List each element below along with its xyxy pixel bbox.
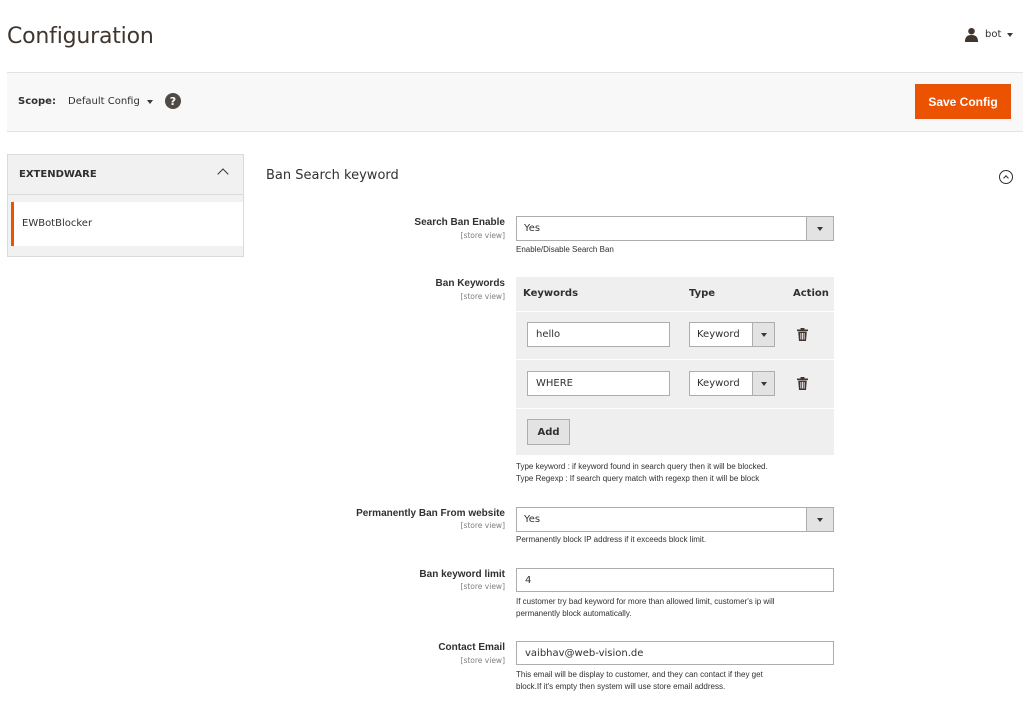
caret-down-icon	[1007, 32, 1014, 37]
collapse-circle-icon[interactable]	[999, 170, 1013, 184]
scope-value: Default Config	[68, 96, 140, 107]
search-ban-enable-scope: [store view]	[460, 231, 505, 240]
keyword-input[interactable]: hello	[527, 322, 670, 347]
sidebar-item-label: EWBotBlocker	[22, 218, 93, 229]
select-arrow	[752, 372, 774, 395]
page-title: Configuration	[7, 24, 154, 49]
user-icon	[964, 27, 979, 42]
permanently-ban-note: Permanently block IP address if it excee…	[516, 535, 707, 544]
ban-keyword-limit-note-2: permanently block automatically.	[516, 609, 632, 618]
scope-label: Scope:	[18, 96, 56, 107]
add-keyword-button[interactable]: Add	[527, 419, 570, 445]
input-value: vaibhav@web-vision.de	[525, 648, 644, 659]
grid-divider	[516, 408, 834, 409]
user-name: bot	[985, 29, 1002, 40]
ban-keywords-label: Ban Keywords	[435, 278, 505, 289]
permanently-ban-label: Permanently Ban From website	[356, 508, 505, 519]
ban-keywords-note-2: Type Regexp : If search query match with…	[516, 474, 760, 483]
caret-down-icon	[760, 381, 767, 386]
select-arrow	[806, 508, 833, 531]
permanently-ban-select[interactable]: Yes	[516, 507, 834, 532]
column-header-keywords: Keywords	[523, 288, 579, 299]
caret-down-icon	[817, 226, 823, 231]
search-ban-enable-select[interactable]: Yes	[516, 216, 834, 241]
contact-email-input[interactable]: vaibhav@web-vision.de	[516, 641, 834, 665]
ban-keyword-limit-input[interactable]: 4	[516, 568, 834, 592]
ban-keywords-note-1: Type keyword : if keyword found in searc…	[516, 462, 768, 471]
grid-divider	[516, 311, 834, 312]
section-title[interactable]: Ban Search keyword	[266, 168, 399, 183]
caret-down-icon	[146, 99, 153, 104]
caret-down-icon	[817, 517, 823, 522]
contact-email-note-2: block.If it's empty then system will use…	[516, 682, 726, 691]
trash-icon[interactable]	[797, 328, 808, 341]
keyword-type-select[interactable]: Keyword	[689, 371, 775, 396]
grid-divider	[516, 359, 834, 360]
contact-email-scope: [store view]	[460, 656, 505, 665]
keyword-type-select[interactable]: Keyword	[689, 322, 775, 347]
permanently-ban-scope: [store view]	[460, 521, 505, 530]
column-header-type: Type	[689, 288, 716, 299]
sidebar-section-title: EXTENDWARE	[19, 169, 97, 180]
ban-keyword-limit-note-1: If customer try bad keyword for more tha…	[516, 597, 775, 606]
select-value: Keyword	[697, 329, 740, 340]
column-header-action: Action	[793, 288, 829, 299]
contact-email-note-1: This email will be display to customer, …	[516, 670, 763, 679]
select-value: Keyword	[697, 378, 740, 389]
input-value: 4	[525, 575, 532, 586]
help-icon[interactable]: ?	[165, 93, 181, 109]
search-ban-enable-note: Enable/Disable Search Ban	[516, 245, 614, 254]
trash-icon[interactable]	[797, 377, 808, 390]
scope-bar	[7, 72, 1023, 132]
scope-switcher[interactable]: Default Config	[68, 96, 153, 107]
select-arrow	[806, 217, 833, 240]
save-config-button[interactable]: Save Config	[915, 84, 1011, 119]
contact-email-label: Contact Email	[438, 642, 505, 653]
ban-keyword-limit-label: Ban keyword limit	[419, 569, 505, 580]
select-arrow	[752, 323, 774, 346]
keyword-value: hello	[536, 329, 561, 340]
keyword-input[interactable]: WHERE	[527, 371, 670, 396]
ban-keywords-scope: [store view]	[460, 292, 505, 301]
keyword-value: WHERE	[536, 378, 573, 389]
caret-down-icon	[760, 332, 767, 337]
ban-keyword-limit-scope: [store view]	[460, 582, 505, 591]
select-value: Yes	[524, 514, 541, 525]
user-menu[interactable]: bot	[964, 27, 1014, 42]
select-value: Yes	[524, 223, 541, 234]
search-ban-enable-label: Search Ban Enable	[414, 217, 505, 228]
